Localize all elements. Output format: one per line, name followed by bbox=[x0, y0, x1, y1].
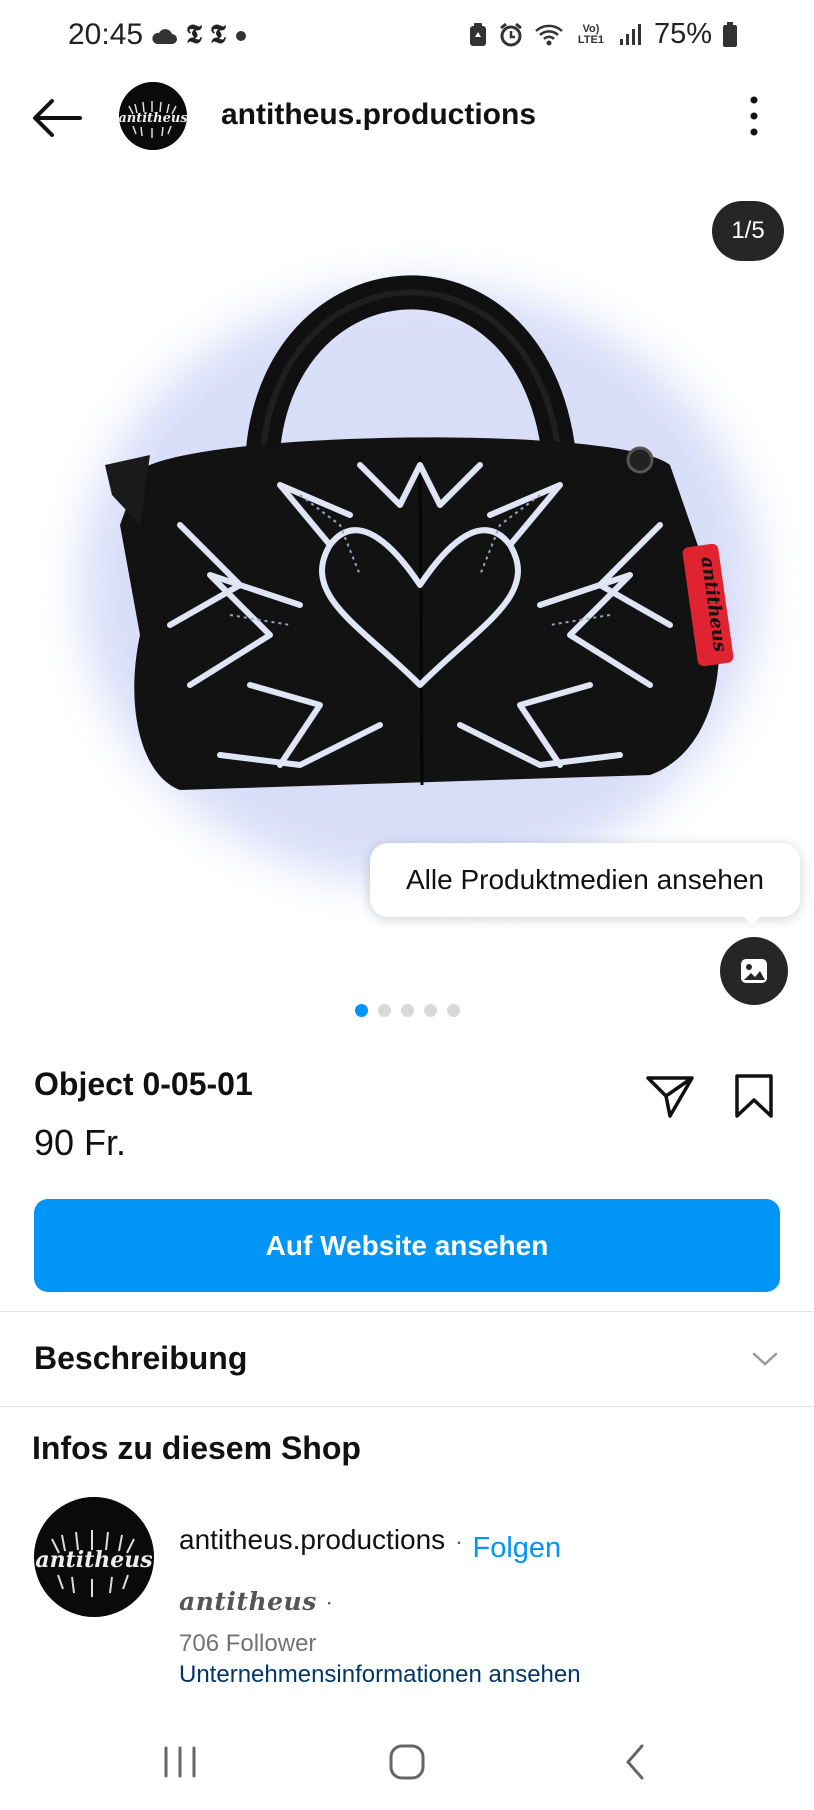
divider bbox=[0, 1406, 814, 1407]
signal-icon bbox=[619, 23, 641, 45]
shop-avatar[interactable]: antitheus bbox=[34, 1497, 154, 1617]
view-on-website-button[interactable]: Auf Website ansehen bbox=[34, 1199, 780, 1292]
pagination-dot[interactable] bbox=[377, 1004, 391, 1017]
pagination-dot[interactable] bbox=[446, 1004, 460, 1017]
volte-icon: Vo) LTE1 bbox=[577, 22, 604, 46]
wifi-icon bbox=[535, 24, 563, 45]
description-row[interactable]: Beschreibung bbox=[0, 1312, 814, 1406]
arrow-left-icon bbox=[33, 99, 82, 137]
status-bar: 20:45 𝕿 𝕿 Vo) LTE1 75% bbox=[0, 0, 814, 72]
brand-logo-icon: antitheus bbox=[119, 82, 187, 150]
battery-percent: 75% bbox=[653, 18, 712, 50]
separator-dot: · bbox=[326, 1591, 333, 1615]
save-button[interactable] bbox=[733, 1072, 775, 1120]
nytimes-icon: 𝕿 bbox=[186, 20, 202, 50]
more-options-button[interactable] bbox=[742, 92, 766, 140]
cloud-icon bbox=[152, 28, 177, 44]
home-button[interactable] bbox=[387, 1742, 427, 1782]
status-time: 20:45 bbox=[68, 18, 144, 51]
share-button[interactable] bbox=[644, 1072, 696, 1120]
product-media-tooltip[interactable]: Alle Produktmedien ansehen bbox=[370, 843, 800, 917]
header-username[interactable]: antitheus.productions bbox=[221, 98, 536, 132]
system-nav-bar bbox=[0, 1720, 814, 1810]
status-right-icons: Vo) LTE1 75% bbox=[468, 18, 738, 51]
paper-plane-icon bbox=[646, 1076, 694, 1118]
pagination-dot-active[interactable] bbox=[354, 1004, 368, 1017]
product-media[interactable]: antitheus 1/5 Alle Produktmedien ansehen bbox=[0, 165, 814, 1010]
product-price: 90 Fr. bbox=[34, 1122, 127, 1163]
svg-text:antitheus: antitheus bbox=[35, 1547, 152, 1573]
shop-display-name-text: antitheus bbox=[179, 1587, 317, 1616]
bookmark-icon bbox=[735, 1074, 773, 1118]
system-back-button[interactable] bbox=[620, 1742, 650, 1782]
svg-text:antitheus: antitheus bbox=[119, 111, 187, 126]
shop-username[interactable]: antitheus.productions bbox=[179, 1524, 445, 1556]
alarm-icon bbox=[500, 22, 522, 46]
description-label: Beschreibung bbox=[34, 1340, 248, 1376]
shop-info-title: Infos zu diesem Shop bbox=[32, 1430, 361, 1466]
pagination-dots bbox=[0, 1004, 814, 1020]
pagination-dot[interactable] bbox=[423, 1004, 437, 1017]
follower-count: 706 Follower bbox=[179, 1630, 317, 1657]
more-vertical-icon bbox=[750, 96, 758, 136]
nytimes-icon: 𝕿 bbox=[209, 20, 226, 50]
chevron-left-icon bbox=[626, 1744, 644, 1780]
recent-apps-button[interactable] bbox=[160, 1742, 200, 1782]
back-button[interactable] bbox=[30, 96, 84, 140]
app-header: antitheus antitheus.productions bbox=[0, 72, 814, 164]
battery-icon bbox=[723, 21, 737, 47]
chevron-down-icon bbox=[752, 1352, 778, 1366]
product-name: Object 0-05-01 bbox=[34, 1066, 253, 1102]
recent-apps-icon bbox=[164, 1746, 196, 1778]
dot-icon bbox=[235, 30, 246, 41]
separator-dot: · bbox=[455, 1529, 463, 1554]
shop-name-row: antitheus.productions · Folgen bbox=[179, 1524, 561, 1564]
business-info-link[interactable]: Unternehmensinformationen ansehen bbox=[179, 1661, 581, 1689]
slide-counter: 1/5 bbox=[712, 201, 784, 261]
brand-logo-icon: antitheus bbox=[34, 1497, 154, 1617]
view-all-media-button[interactable] bbox=[720, 937, 788, 1005]
shop-display-name: antitheus · bbox=[179, 1587, 333, 1616]
tooltip-tail bbox=[740, 913, 764, 925]
follow-button[interactable]: Folgen bbox=[473, 1532, 562, 1565]
home-icon bbox=[389, 1744, 425, 1780]
pagination-dot[interactable] bbox=[400, 1004, 414, 1017]
battery-saver-icon bbox=[469, 22, 486, 46]
image-gallery-icon bbox=[741, 959, 767, 983]
avatar[interactable]: antitheus bbox=[119, 82, 187, 150]
status-left-icons: 𝕿 𝕿 bbox=[150, 20, 248, 51]
